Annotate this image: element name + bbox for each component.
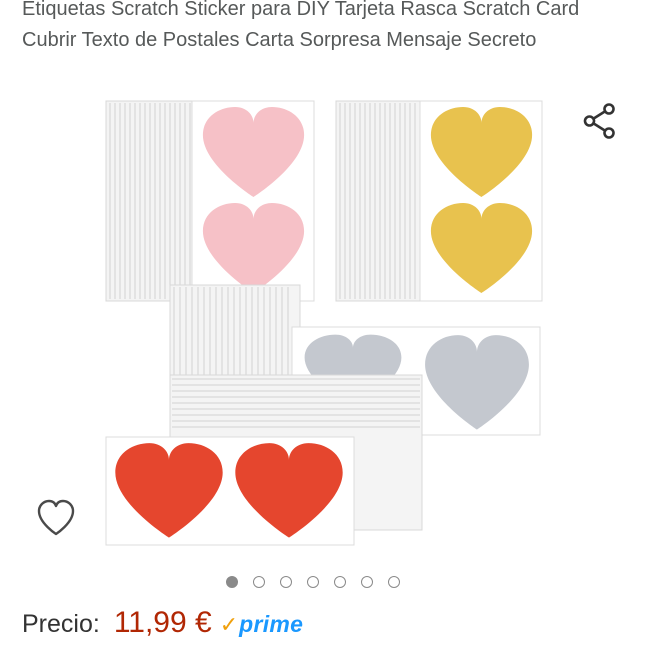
price-value: 11,99 € bbox=[113, 606, 212, 639]
red-sticker-stack bbox=[105, 374, 423, 546]
pagination-dot[interactable] bbox=[226, 576, 238, 588]
image-pagination bbox=[226, 576, 400, 592]
price-label: Precio: bbox=[22, 610, 100, 638]
wishlist-button[interactable] bbox=[34, 497, 78, 541]
pagination-dot[interactable] bbox=[361, 576, 373, 588]
pink-sticker-stack bbox=[105, 100, 315, 302]
pagination-dot[interactable] bbox=[307, 576, 319, 588]
product-image[interactable] bbox=[100, 95, 550, 555]
product-page: Etiquetas Scratch Sticker para DIY Tarje… bbox=[0, 0, 650, 650]
gold-sticker-stack bbox=[335, 100, 543, 302]
heart-outline-icon bbox=[37, 499, 75, 536]
prime-check-icon: ✓ bbox=[219, 612, 239, 637]
pagination-dot[interactable] bbox=[388, 576, 400, 588]
share-button[interactable] bbox=[580, 100, 620, 140]
prime-label: prime bbox=[239, 611, 304, 637]
pagination-dot[interactable] bbox=[253, 576, 265, 588]
price-row: Precio: 11,99 € ✓ prime bbox=[22, 606, 303, 646]
product-title: Etiquetas Scratch Sticker para DIY Tarje… bbox=[22, 0, 580, 51]
pagination-dot[interactable] bbox=[334, 576, 346, 588]
share-icon bbox=[583, 103, 615, 139]
pagination-dot[interactable] bbox=[280, 576, 292, 588]
prime-badge: ✓ prime bbox=[220, 611, 304, 638]
